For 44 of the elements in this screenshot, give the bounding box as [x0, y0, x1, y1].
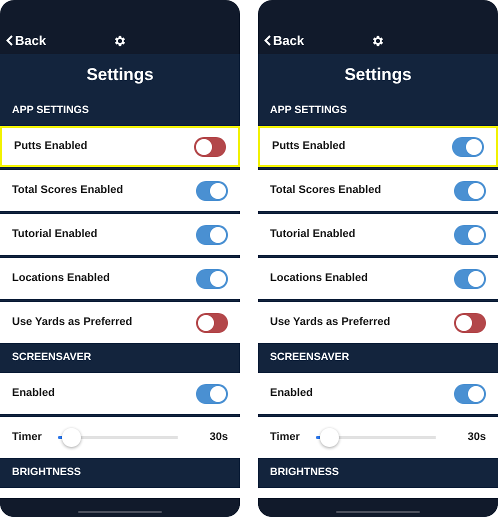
setting-label: Timer: [270, 430, 301, 446]
back-button[interactable]: Back: [264, 30, 304, 50]
toggle-switch[interactable]: [452, 136, 484, 156]
chevron-left-icon: [264, 34, 271, 46]
toggle-switch[interactable]: [196, 384, 228, 404]
back-button[interactable]: Back: [6, 30, 46, 50]
setting-label: Putts Enabled: [14, 139, 88, 154]
section-heading: APP SETTINGS: [12, 103, 89, 118]
settings-icon[interactable]: [371, 34, 385, 48]
setting-label: Tutorial Enabled: [270, 227, 356, 242]
section-heading: APP SETTINGS: [270, 103, 347, 118]
toggle-switch[interactable]: [454, 384, 486, 404]
toggle-switch[interactable]: [454, 268, 486, 288]
setting-label: Putts Enabled: [272, 139, 346, 154]
setting-label: Total Scores Enabled: [12, 183, 124, 198]
setting-label: Total Scores Enabled: [270, 183, 382, 198]
section-heading: SCREENSAVER: [12, 350, 92, 366]
settings-icon[interactable]: [113, 34, 127, 48]
toggle-switch[interactable]: [454, 180, 486, 200]
toggle-switch[interactable]: [454, 312, 486, 332]
setting-label: Locations Enabled: [12, 271, 111, 286]
setting-label: Timer: [12, 430, 43, 446]
toggle-switch[interactable]: [196, 268, 228, 288]
toggle-switch[interactable]: [196, 224, 228, 244]
timer-value: 30s: [468, 430, 486, 446]
chevron-left-icon: [6, 34, 13, 46]
page-title: Settings: [344, 64, 412, 86]
setting-label: Use Yards as Preferred: [270, 315, 392, 330]
timer-value: 30s: [210, 430, 228, 446]
section-heading: BRIGHTNESS: [12, 465, 81, 480]
setting-label: Enabled: [270, 386, 314, 402]
toggle-switch[interactable]: [194, 136, 226, 156]
setting-label: Tutorial Enabled: [12, 227, 98, 242]
setting-label: Use Yards as Preferred: [12, 315, 134, 330]
setting-label: Enabled: [12, 386, 56, 402]
toggle-switch[interactable]: [196, 180, 228, 200]
section-heading: BRIGHTNESS: [270, 465, 339, 480]
toggle-switch[interactable]: [454, 224, 486, 244]
setting-label: Locations Enabled: [270, 271, 369, 286]
slider-thumb[interactable]: [62, 428, 81, 447]
slider-thumb[interactable]: [320, 428, 339, 447]
toggle-switch[interactable]: [196, 312, 228, 332]
section-heading: SCREENSAVER: [270, 350, 350, 366]
page-title: Settings: [86, 64, 154, 86]
